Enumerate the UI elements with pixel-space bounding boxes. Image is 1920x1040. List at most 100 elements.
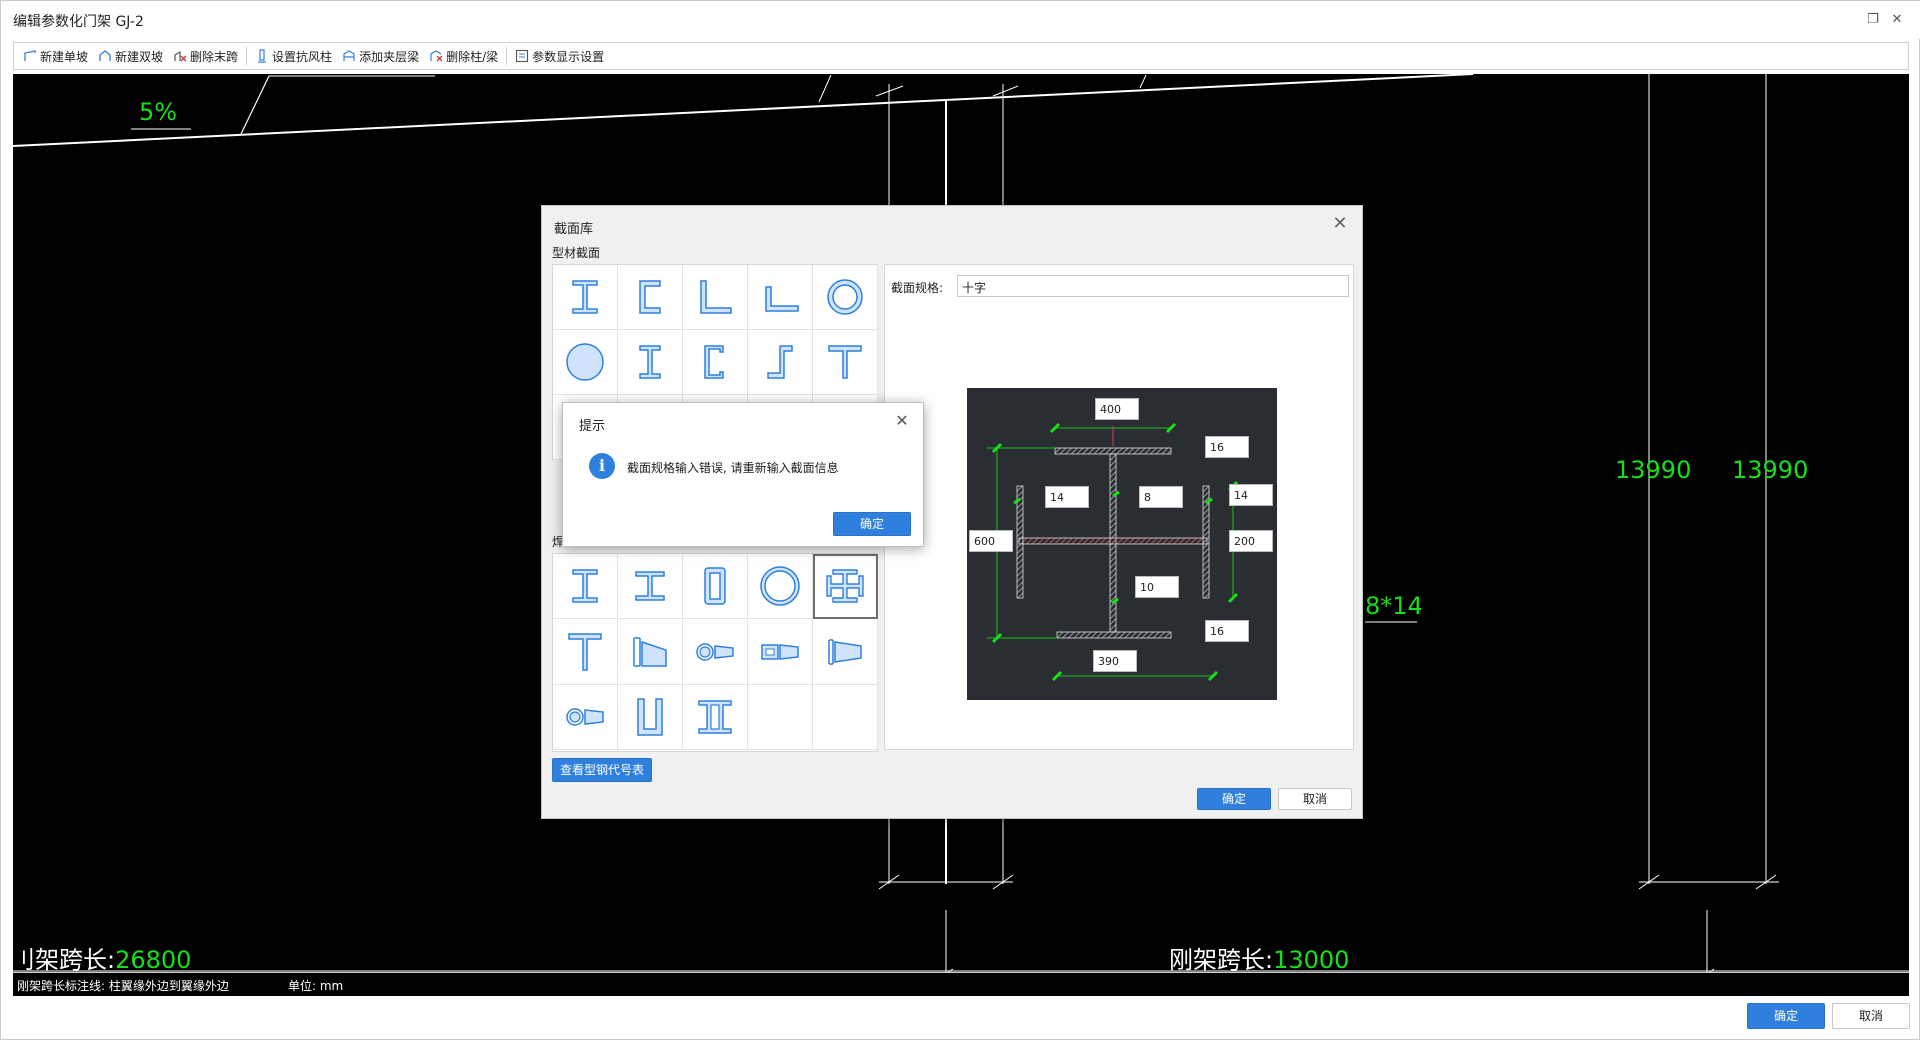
section-option[interactable] <box>618 685 683 751</box>
section-size-label: 8*14 <box>1365 592 1423 620</box>
unit-text: 单位: mm <box>288 979 344 993</box>
section-option[interactable] <box>683 685 748 751</box>
dim-top-flange-thickness[interactable]: 16 <box>1205 436 1249 458</box>
welded-t-icon <box>568 632 602 671</box>
section-option[interactable] <box>553 685 618 751</box>
toolbar-label: 设置抗风柱 <box>272 49 333 64</box>
toolbar-label: 删除柱/梁 <box>446 49 499 64</box>
dim-web-thickness[interactable]: 10 <box>1135 576 1179 598</box>
equal-angle-icon <box>700 280 732 314</box>
section-option[interactable] <box>748 619 813 685</box>
tapered-round-icon <box>566 708 604 727</box>
slope-label: 5% <box>139 98 178 126</box>
weld-section-grid <box>552 553 878 752</box>
round-bar-icon <box>566 343 604 381</box>
dim-center-web-thickness[interactable]: 8 <box>1139 486 1183 508</box>
dim-right-web-thickness[interactable]: 14 <box>1229 484 1273 506</box>
cancel-button[interactable]: 取消 <box>1832 1003 1910 1029</box>
toolbar-label: 新建双坡 <box>115 49 164 64</box>
delete-column-beam-button[interactable]: 删除柱/梁 <box>424 44 503 68</box>
box-section-icon <box>704 567 726 605</box>
dialog-cancel-button[interactable]: 取消 <box>1278 788 1352 810</box>
section-option[interactable] <box>618 554 683 619</box>
close-icon[interactable]: ✕ <box>1887 10 1907 30</box>
delete-span-icon <box>174 50 187 62</box>
window-title: 编辑参数化门架 GJ-2 <box>13 14 144 30</box>
dim-bottom-flange-thickness[interactable]: 16 <box>1205 620 1249 642</box>
dialog-title: 截面库 <box>554 222 594 237</box>
dim-height[interactable]: 600 <box>969 530 1013 552</box>
section-option[interactable] <box>553 265 618 330</box>
toolbar-separator <box>506 47 508 65</box>
pipe-icon <box>827 279 863 315</box>
view-steel-code-table-button[interactable]: 查看型钢代号表 <box>552 758 652 782</box>
toolbar-separator <box>246 47 248 65</box>
spec-label: 截面规格: <box>891 281 944 295</box>
close-icon[interactable]: ✕ <box>1330 214 1350 234</box>
tip-ok-button[interactable]: 确定 <box>833 512 911 536</box>
title-bar: 编辑参数化门架 GJ-2 ❐ ✕ <box>1 1 1920 39</box>
toolbar: 新建单坡 新建双坡 删除末跨 设置抗风柱 添加夹层梁 删除柱/梁 参数显示设置 <box>13 42 1909 70</box>
section-option[interactable] <box>813 685 878 751</box>
close-icon[interactable]: ✕ <box>893 412 911 430</box>
section-option[interactable] <box>813 265 878 330</box>
mezzanine-beam-icon <box>343 50 355 61</box>
param-display-icon <box>516 49 529 63</box>
add-mezzanine-beam-button[interactable]: 添加夹层梁 <box>337 44 424 68</box>
double-i-icon <box>698 700 732 735</box>
cross-section-icon <box>826 569 864 603</box>
dim-top-flange-width[interactable]: 400 <box>1095 398 1139 420</box>
section-option[interactable] <box>618 330 683 395</box>
section-option[interactable] <box>618 619 683 685</box>
welded-pipe-icon <box>760 566 800 606</box>
section-option[interactable] <box>748 330 813 395</box>
h-beam-icon <box>639 345 661 379</box>
tapered-flange-icon <box>828 638 862 665</box>
error-tip-dialog: 提示 ✕ i 截面规格输入错误, 请重新输入截面信息 确定 <box>562 402 924 547</box>
dim-side-width[interactable]: 200 <box>1229 530 1273 552</box>
tip-message: 截面规格输入错误, 请重新输入截面信息 <box>627 461 839 475</box>
section-option[interactable] <box>748 554 813 619</box>
new-single-slope-button[interactable]: 新建单坡 <box>18 44 93 68</box>
profile-group-label: 型材截面 <box>552 246 601 260</box>
toolbar-label: 删除末跨 <box>190 49 239 64</box>
param-display-settings-button[interactable]: 参数显示设置 <box>510 44 609 68</box>
section-option-selected[interactable] <box>813 554 878 619</box>
span-length-value: 13000 <box>1273 946 1350 974</box>
set-wind-column-button[interactable]: 设置抗风柱 <box>250 44 337 68</box>
dialog-ok-button[interactable]: 确定 <box>1197 788 1271 810</box>
section-option[interactable] <box>813 330 878 395</box>
tapered-box-icon <box>761 643 799 660</box>
section-option[interactable] <box>748 685 813 751</box>
section-option[interactable] <box>683 265 748 330</box>
ok-button[interactable]: 确定 <box>1747 1003 1825 1029</box>
span-length-caption: 刂架跨长: <box>13 946 116 974</box>
section-option[interactable] <box>553 554 618 619</box>
section-option[interactable] <box>683 330 748 395</box>
toolbar-label: 参数显示设置 <box>532 49 605 64</box>
single-slope-icon <box>24 50 36 61</box>
section-option[interactable] <box>683 554 748 619</box>
section-option[interactable] <box>748 265 813 330</box>
status-line: 刚架跨长标注线: 柱翼缘外边到翼缘外边 单位: mm <box>13 972 1909 996</box>
section-preview-image: 400 16 14 8 14 600 200 10 16 390 <box>967 388 1277 700</box>
section-option[interactable] <box>683 619 748 685</box>
toolbar-label: 新建单坡 <box>40 49 89 64</box>
wind-column-icon <box>258 49 267 63</box>
section-option[interactable] <box>553 330 618 395</box>
span-note-text: 刚架跨长标注线: 柱翼缘外边到翼缘外边 <box>17 979 229 993</box>
spec-input[interactable]: 十字 <box>957 275 1349 297</box>
z-section-icon <box>767 345 793 379</box>
delete-last-span-button[interactable]: 删除末跨 <box>168 44 243 68</box>
new-double-slope-button[interactable]: 新建双坡 <box>93 44 168 68</box>
welded-h-icon <box>635 571 665 601</box>
section-option[interactable] <box>618 265 683 330</box>
info-icon: i <box>589 453 615 479</box>
section-option[interactable] <box>813 619 878 685</box>
dimension-label: 13990 <box>1732 456 1809 484</box>
dim-left-web-thickness[interactable]: 14 <box>1045 486 1089 508</box>
section-option[interactable] <box>553 619 618 685</box>
t-section-icon <box>828 345 862 379</box>
dim-bottom-flange-width[interactable]: 390 <box>1093 650 1137 672</box>
restore-icon[interactable]: ❐ <box>1863 10 1883 30</box>
